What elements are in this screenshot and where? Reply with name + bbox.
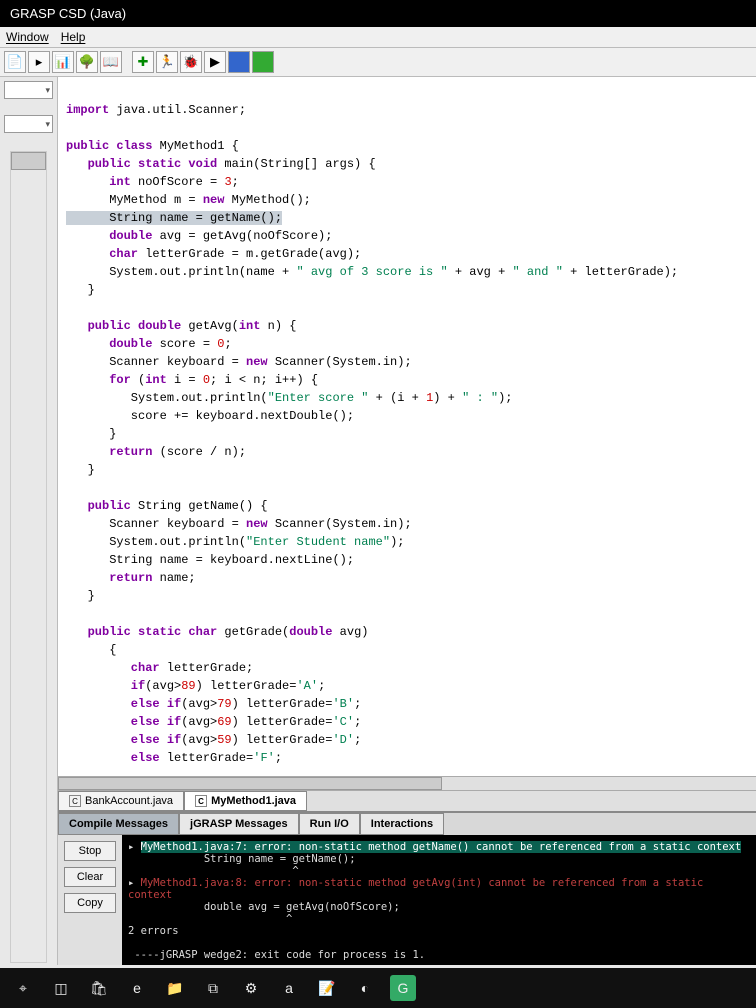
tab-compile-messages[interactable]: Compile Messages (58, 813, 179, 835)
stop-green-icon[interactable] (252, 51, 274, 73)
menu-bar: Window Help (0, 27, 756, 48)
stop-button[interactable]: Stop (64, 841, 116, 861)
dropbox-icon[interactable]: ⧉ (200, 975, 226, 1001)
java-file-icon: C (195, 795, 207, 807)
copy-button[interactable]: Copy (64, 893, 116, 913)
toolbar: 📄 ▸ 📊 🌳 📖 ✚ 🏃 🐞 ▶ (0, 48, 756, 77)
file-tab-mymethod1[interactable]: CMyMethod1.java (184, 791, 307, 811)
error-count: 2 errors (128, 925, 179, 937)
console-tab-bar: Compile Messages jGRASP Messages Run I/O… (58, 813, 756, 835)
settings-icon[interactable]: ⚙ (238, 975, 264, 1001)
gutter-scrollbar[interactable] (10, 151, 47, 963)
title-bar: GRASP CSD (Java) (0, 0, 756, 27)
app-title: GRASP CSD (Java) (10, 6, 126, 21)
task-view-icon[interactable]: ◫ (48, 975, 74, 1001)
play-icon[interactable]: ▶ (204, 51, 226, 73)
store-icon[interactable]: 🛍 (86, 975, 112, 1001)
run-icon[interactable]: 🏃 (156, 51, 178, 73)
error-line-1: MyMethod1.java:7: error: non-static meth… (141, 841, 742, 853)
stop-blue-icon[interactable] (228, 51, 250, 73)
exit-code-line: ----jGRASP wedge2: exit code for process… (128, 949, 425, 961)
code-editor[interactable]: import java.util.Scanner; public class M… (58, 77, 756, 776)
error-line-2: MyMethod1.java:8: error: non-static meth… (128, 877, 710, 901)
chrome-icon[interactable]: ◐ (352, 975, 378, 1001)
gutter-dropdown-1[interactable]: ▾ (4, 81, 53, 99)
book-icon[interactable]: 📖 (100, 51, 122, 73)
tab-run-io[interactable]: Run I/O (299, 813, 360, 835)
windows-taskbar: ⌖ ◫ 🛍 e 📁 ⧉ ⚙ a 📝 ◐ G (0, 968, 756, 1008)
menu-window[interactable]: Window (6, 30, 49, 44)
amazon-icon[interactable]: a (276, 975, 302, 1001)
menu-help[interactable]: Help (61, 30, 86, 44)
doc-icon[interactable]: 📄 (4, 51, 26, 73)
chart-icon[interactable]: 📊 (52, 51, 74, 73)
console-panel: Compile Messages jGRASP Messages Run I/O… (58, 811, 756, 965)
cursor-icon[interactable]: ⌖ (10, 975, 36, 1001)
file-tab-bankaccount[interactable]: CBankAccount.java (58, 791, 184, 811)
tab-jgrasp-messages[interactable]: jGRASP Messages (179, 813, 299, 835)
explorer-icon[interactable]: 📁 (162, 975, 188, 1001)
clear-button[interactable]: Clear (64, 867, 116, 887)
notes-icon[interactable]: 📝 (314, 975, 340, 1001)
left-gutter: ▾ ▾ (0, 77, 58, 965)
java-file-icon: C (69, 795, 81, 807)
editor-hscroll[interactable] (58, 776, 756, 790)
jgrasp-icon[interactable]: G (390, 975, 416, 1001)
tab-interactions[interactable]: Interactions (360, 813, 444, 835)
compile-icon[interactable]: ✚ (132, 51, 154, 73)
gutter-dropdown-2[interactable]: ▾ (4, 115, 53, 133)
file-tab-bar: CBankAccount.java CMyMethod1.java (58, 790, 756, 811)
debug-icon[interactable]: 🐞 (180, 51, 202, 73)
tree-icon[interactable]: 🌳 (76, 51, 98, 73)
arrow-icon[interactable]: ▸ (28, 51, 50, 73)
console-buttons: Stop Clear Copy (58, 835, 122, 965)
console-output[interactable]: ▸ MyMethod1.java:7: error: non-static me… (122, 835, 756, 965)
edge-icon[interactable]: e (124, 975, 150, 1001)
